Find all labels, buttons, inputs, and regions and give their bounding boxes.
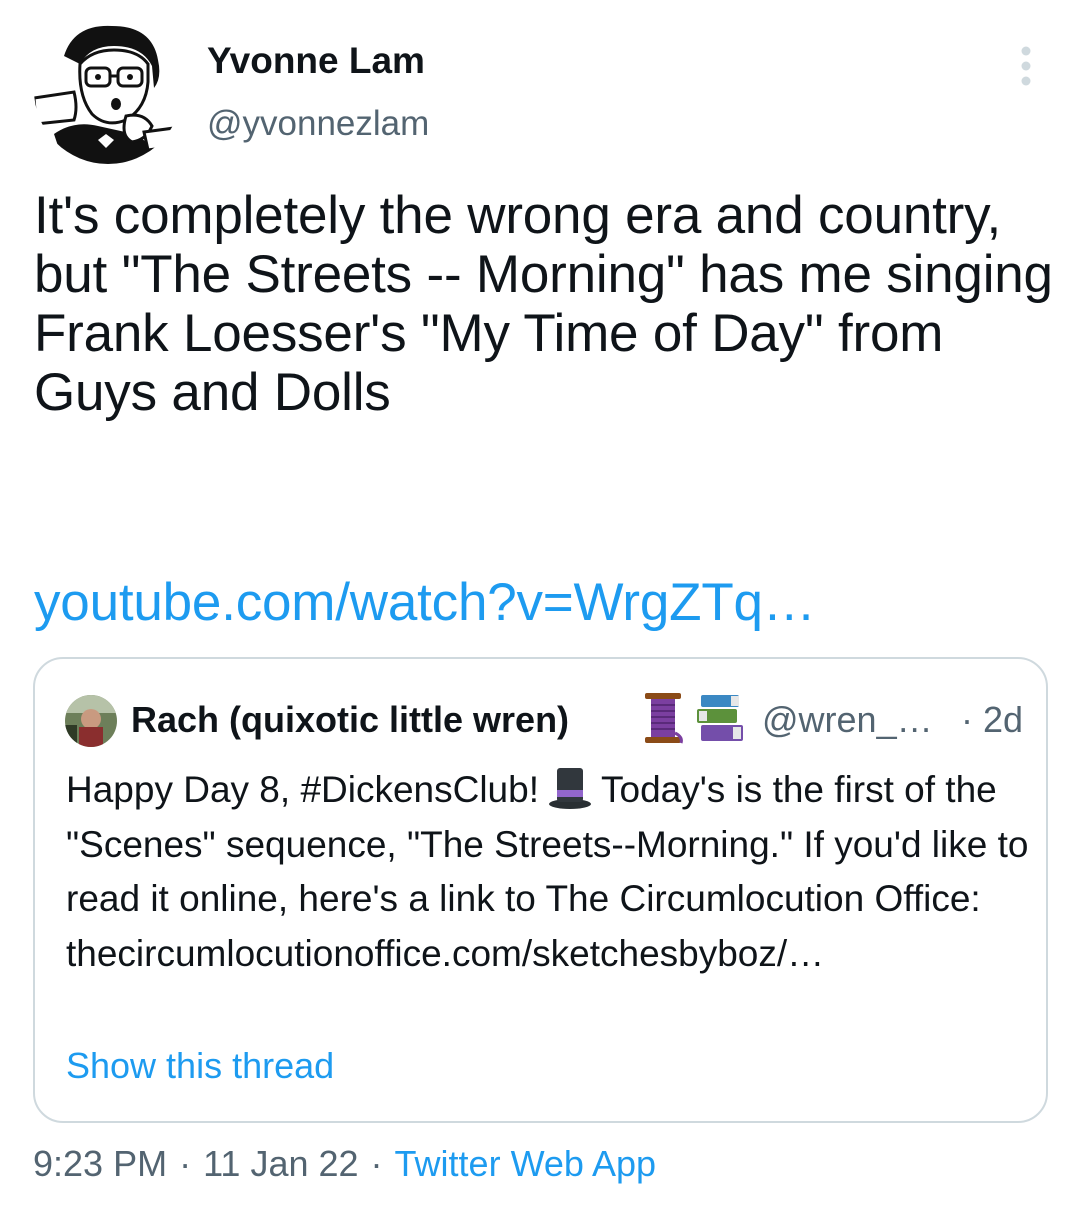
thread-spool-icon: [645, 693, 683, 744]
photo-avatar-icon: [65, 695, 117, 747]
quoted-author-name[interactable]: Rach (quixotic little wren): [131, 699, 569, 741]
top-hat-icon: [549, 768, 591, 809]
books-icon: [697, 695, 743, 741]
author-handle[interactable]: @yvonnezlam: [207, 104, 429, 144]
meta-separator: ·: [179, 1143, 192, 1184]
more-vertical-icon: [1021, 46, 1031, 86]
tweet-date[interactable]: 11 Jan 22: [203, 1143, 358, 1184]
meta-separator: ·: [370, 1143, 383, 1184]
more-options-button[interactable]: [1004, 42, 1048, 92]
tweet-time[interactable]: 9:23 PM: [33, 1143, 167, 1184]
show-thread-link[interactable]: Show this thread: [66, 1045, 334, 1087]
quoted-tweet-card[interactable]: Rach (quixotic little wren) @wren_… · 2d…: [33, 657, 1048, 1123]
cartoon-avatar-icon: [34, 16, 182, 164]
tweet-text: It's completely the wrong era and countr…: [34, 186, 1053, 422]
quoted-author-avatar[interactable]: [65, 695, 117, 747]
quoted-author-handle[interactable]: @wren_…: [762, 699, 933, 741]
quoted-text-part-1: Happy Day 8, #DickensClub!: [66, 769, 539, 810]
author-avatar[interactable]: [34, 16, 182, 164]
quoted-tweet-text: Happy Day 8, #DickensClub! Today's is th…: [66, 763, 1036, 981]
tweet-link[interactable]: youtube.com/watch?v=WrgZTq…: [34, 573, 816, 632]
meta-separator: ·: [961, 699, 973, 740]
quoted-tweet-age[interactable]: 2d: [983, 699, 1023, 741]
tweet-source-link[interactable]: Twitter Web App: [395, 1143, 656, 1184]
tweet-meta: 9:23 PM · 11 Jan 22 · Twitter Web App: [33, 1143, 656, 1185]
author-display-name[interactable]: Yvonne Lam: [207, 40, 425, 82]
